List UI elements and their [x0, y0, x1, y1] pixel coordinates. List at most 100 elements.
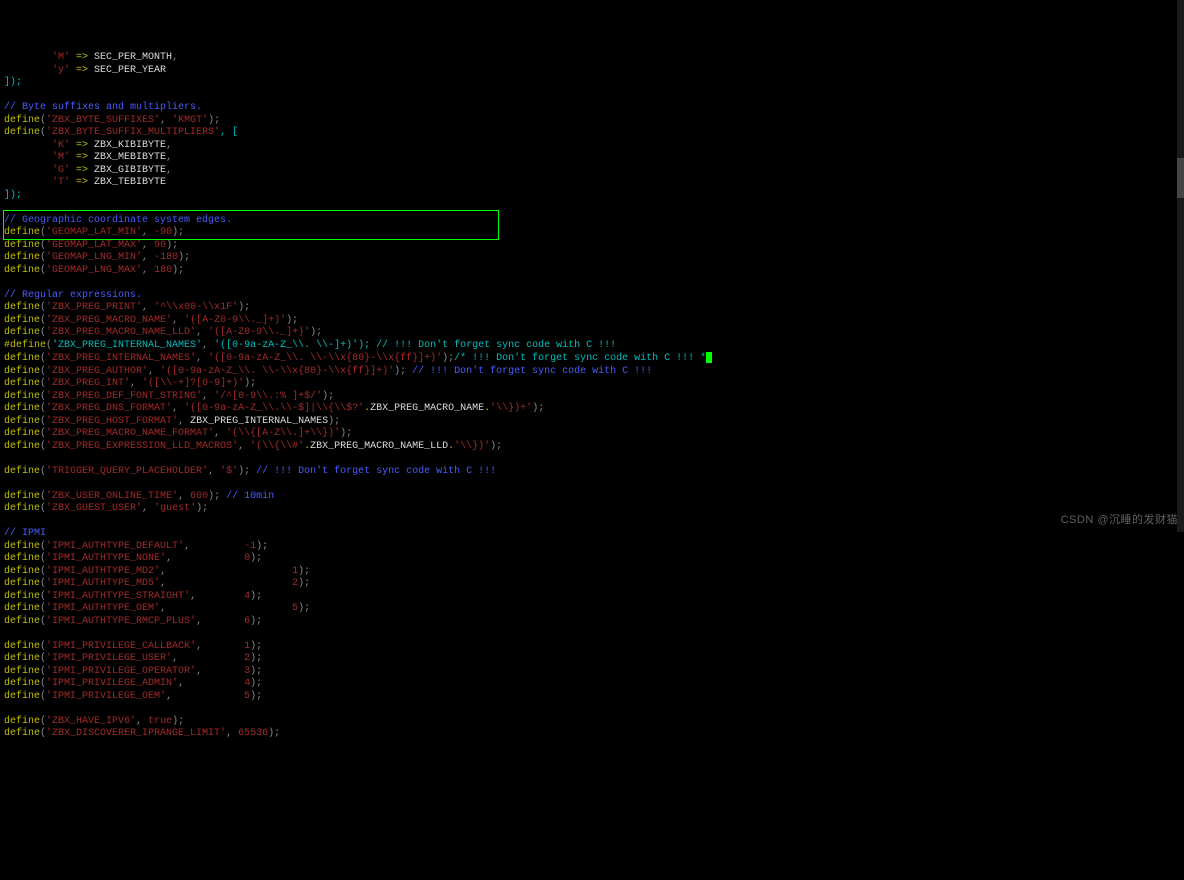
code-line[interactable]	[4, 516, 1180, 529]
keyword-token: define	[4, 728, 40, 739]
keyword-token: define	[4, 252, 40, 263]
code-line[interactable]: define('ZBX_GUEST_USER', 'guest');	[4, 503, 1180, 516]
code-line[interactable]: define('IPMI_PRIVILEGE_USER', 2);	[4, 653, 1180, 666]
code-line[interactable]: define('IPMI_PRIVILEGE_ADMIN', 4);	[4, 678, 1180, 691]
code-line[interactable]	[4, 277, 1180, 290]
code-line[interactable]: define('ZBX_PREG_INTERNAL_NAMES', '([0-9…	[4, 352, 1180, 366]
code-line[interactable]: define('GEOMAP_LAT_MAX', 90);	[4, 240, 1180, 253]
keyword-token: define	[4, 678, 40, 689]
string-token: '([A-Z0-9\\._]+)'	[184, 315, 286, 326]
code-line[interactable]	[4, 90, 1180, 103]
vertical-scrollbar-thumb[interactable]	[1177, 158, 1184, 198]
code-token: ,	[172, 403, 184, 414]
code-token: );	[256, 541, 268, 552]
keyword-token: define	[4, 127, 40, 138]
code-token: ,	[166, 553, 244, 564]
code-line[interactable]: define('ZBX_PREG_MACRO_NAME', '([A-Z0-9\…	[4, 315, 1180, 328]
code-line[interactable]: 'M' => SEC_PER_MONTH,	[4, 52, 1180, 65]
code-line[interactable]: define('ZBX_USER_ONLINE_TIME', 600); // …	[4, 491, 1180, 504]
string-token: 'ZBX_PREG_MACRO_NAME'	[46, 315, 172, 326]
keyword-token: define	[4, 227, 40, 238]
code-line[interactable]	[4, 703, 1180, 716]
code-line[interactable]: 'M' => ZBX_MEBIBYTE,	[4, 152, 1180, 165]
code-line[interactable]: define('IPMI_PRIVILEGE_OPERATOR', 3);	[4, 666, 1180, 679]
code-token	[4, 165, 52, 176]
code-line[interactable]: // Byte suffixes and multipliers.	[4, 102, 1180, 115]
code-line[interactable]	[4, 628, 1180, 641]
code-line[interactable]: // Regular expressions.	[4, 290, 1180, 303]
code-line[interactable]: 'K' => ZBX_KIBIBYTE,	[4, 140, 1180, 153]
code-token: =>	[70, 165, 94, 176]
code-line[interactable]: define('ZBX_DISCOVERER_IPRANGE_LIMIT', 6…	[4, 728, 1180, 741]
string-token: 'ZBX_GUEST_USER'	[46, 503, 142, 514]
code-line[interactable]	[4, 478, 1180, 491]
code-line[interactable]: define('IPMI_AUTHTYPE_STRAIGHT', 4);	[4, 591, 1180, 604]
code-line[interactable]: define('GEOMAP_LNG_MAX', 180);	[4, 265, 1180, 278]
code-line[interactable]: // IPMI	[4, 528, 1180, 541]
code-line[interactable]: define('ZBX_PREG_DNS_FORMAT', '([0-9a-zA…	[4, 403, 1180, 416]
string-token: 'IPMI_AUTHTYPE_RMCP_PLUS'	[46, 616, 196, 627]
string-token: '/^[0-9\\.:% ]+$/'	[214, 391, 322, 402]
code-line[interactable]: 'G' => ZBX_GIBIBYTE,	[4, 165, 1180, 178]
code-line[interactable]: define('GEOMAP_LAT_MIN', -90);	[4, 227, 1180, 240]
code-token	[4, 52, 52, 63]
code-line[interactable]: define('IPMI_AUTHTYPE_RMCP_PLUS', 6);	[4, 616, 1180, 629]
code-token: );	[532, 403, 544, 414]
code-line[interactable]: define('IPMI_AUTHTYPE_MD5', 2);	[4, 578, 1180, 591]
code-token: );	[250, 691, 262, 702]
code-token	[4, 140, 52, 151]
string-token: 'IPMI_AUTHTYPE_DEFAULT'	[46, 541, 184, 552]
code-line[interactable]: define('IPMI_PRIVILEGE_CALLBACK', 1);	[4, 641, 1180, 654]
code-token: ,	[142, 252, 154, 263]
code-line[interactable]: ]);	[4, 77, 1180, 90]
code-line[interactable]: 'y' => SEC_PER_YEAR	[4, 65, 1180, 78]
string-token: '(\\{[A-Z\\.]+\\})'	[226, 428, 340, 439]
code-line[interactable]: define('ZBX_BYTE_SUFFIXES', 'KMGT');	[4, 115, 1180, 128]
code-line[interactable]: define('ZBX_PREG_INT', '([\\-+]?[0-9]+)'…	[4, 378, 1180, 391]
code-line[interactable]: ]);	[4, 190, 1180, 203]
code-line[interactable]	[4, 202, 1180, 215]
code-line[interactable]: define('GEOMAP_LNG_MIN', -180);	[4, 252, 1180, 265]
comment-token: // Geographic coordinate system edges.	[4, 215, 232, 226]
code-line[interactable]	[4, 453, 1180, 466]
code-token: );	[250, 678, 262, 689]
code-line[interactable]: define('ZBX_PREG_MACRO_NAME_LLD', '([A-Z…	[4, 327, 1180, 340]
keyword-token: define	[4, 265, 40, 276]
code-line[interactable]: define('ZBX_PREG_DEF_FONT_STRING', '/^[0…	[4, 391, 1180, 404]
code-line[interactable]: define('IPMI_AUTHTYPE_NONE', 0);	[4, 553, 1180, 566]
code-line[interactable]: define('ZBX_PREG_MACRO_NAME_FORMAT', '(\…	[4, 428, 1180, 441]
code-token: );	[268, 728, 280, 739]
keyword-token: define	[4, 391, 40, 402]
code-line[interactable]: #define('ZBX_PREG_INTERNAL_NAMES', '([0-…	[4, 340, 1180, 353]
string-token: 'K'	[52, 140, 70, 151]
vertical-scrollbar-track[interactable]	[1177, 0, 1184, 532]
number-token: 600	[190, 491, 208, 502]
code-line[interactable]: define('TRIGGER_QUERY_PLACEHOLDER', '$')…	[4, 466, 1180, 479]
code-line[interactable]: define('IPMI_AUTHTYPE_DEFAULT', -1);	[4, 541, 1180, 554]
keyword-token: define	[4, 666, 40, 677]
code-line[interactable]: define('ZBX_BYTE_SUFFIX_MULTIPLIERS', [	[4, 127, 1180, 140]
code-line[interactable]: 'T' => ZBX_TEBIBYTE	[4, 177, 1180, 190]
code-token: ,	[142, 240, 154, 251]
code-line[interactable]: define('ZBX_HAVE_IPV6', true);	[4, 716, 1180, 729]
code-token: ZBX_TEBIBYTE	[94, 177, 166, 188]
code-line[interactable]: // Geographic coordinate system edges.	[4, 215, 1180, 228]
code-editor-viewport[interactable]: 'M' => SEC_PER_MONTH, 'y' => SEC_PER_YEA…	[0, 50, 1184, 743]
code-token: );	[490, 441, 502, 452]
code-token: );	[250, 653, 262, 664]
code-line[interactable]: define('ZBX_PREG_PRINT', '^\\x00-\\x1F')…	[4, 302, 1180, 315]
string-token: 'y'	[52, 65, 70, 76]
code-line[interactable]: define('IPMI_AUTHTYPE_MD2', 1);	[4, 566, 1180, 579]
code-token	[4, 177, 52, 188]
code-line[interactable]: define('ZBX_PREG_AUTHOR', '([0-9a-zA-Z_\…	[4, 366, 1180, 379]
string-token: 'ZBX_PREG_PRINT'	[46, 302, 142, 313]
code-line[interactable]: define('ZBX_PREG_EXPRESSION_LLD_MACROS',…	[4, 441, 1180, 454]
code-token: ,	[226, 728, 238, 739]
string-token: '$'	[220, 466, 238, 477]
code-line[interactable]: define('IPMI_AUTHTYPE_OEM', 5);	[4, 603, 1180, 616]
code-line[interactable]: define('IPMI_PRIVILEGE_OEM', 5);	[4, 691, 1180, 704]
string-token: '\\})'	[454, 441, 490, 452]
code-line[interactable]: define('ZBX_PREG_HOST_FORMAT', ZBX_PREG_…	[4, 416, 1180, 429]
string-token: 'ZBX_BYTE_SUFFIXES'	[46, 115, 160, 126]
code-token: // !!! Don't forget sync code with C !!!	[376, 340, 616, 351]
